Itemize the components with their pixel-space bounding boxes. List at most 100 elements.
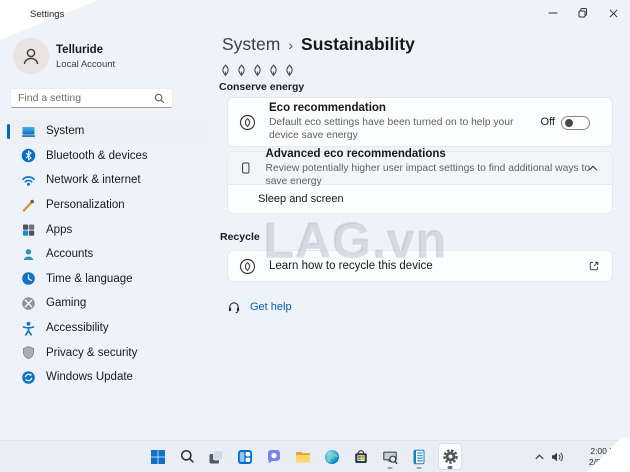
search-icon xyxy=(154,93,165,103)
sidebar-item-label: Windows Update xyxy=(46,371,133,384)
search-input[interactable]: Find a setting xyxy=(10,88,173,108)
accounts-person-icon xyxy=(21,247,36,262)
chevron-up-icon xyxy=(534,454,544,460)
advanced-eco-title: Advanced eco recommendations xyxy=(265,147,446,160)
sidebar-item-label: Bluetooth & devices xyxy=(46,149,148,162)
sleep-and-screen-label: Sleep and screen xyxy=(258,193,344,205)
close-icon xyxy=(608,8,618,18)
settings-window: Settings Telluride Local Account Find a … xyxy=(0,0,630,472)
recycle-link-label: Learn how to recycle this device xyxy=(269,260,433,272)
taskbar: 2:00 PM 2/5/2023 xyxy=(0,440,630,472)
eco-leaf-circle-icon xyxy=(239,258,256,274)
edge-button[interactable] xyxy=(322,443,342,470)
recycle-card[interactable]: Learn how to recycle this device xyxy=(227,250,613,282)
eco-leaf-circle-icon xyxy=(239,114,256,130)
sidebar-item-label: Apps xyxy=(46,223,73,236)
sidebar-item-windows-update[interactable]: Windows Update xyxy=(7,365,208,390)
search-icon xyxy=(180,449,194,463)
sidebar-item-label: Gaming xyxy=(46,297,87,310)
sidebar-item-network-internet[interactable]: Network & internet xyxy=(7,168,208,193)
leaf-icon xyxy=(222,64,229,77)
toggle-state-label: Off xyxy=(540,116,555,128)
gear-icon xyxy=(442,449,458,464)
breadcrumb: System › Sustainability xyxy=(222,34,415,55)
sleep-and-screen-row[interactable]: Sleep and screen xyxy=(228,185,612,213)
minimize-icon xyxy=(548,12,558,14)
windows-logo-icon xyxy=(151,449,165,464)
eco-toggle[interactable] xyxy=(561,116,590,130)
leaf-icon xyxy=(254,64,261,77)
paintbrush-icon xyxy=(21,198,36,213)
get-help-link[interactable]: Get help xyxy=(227,300,292,314)
sidebar-item-label: Privacy & security xyxy=(46,346,138,359)
sidebar-item-personalization[interactable]: Personalization xyxy=(7,193,208,218)
sidebar-item-label: Network & internet xyxy=(46,174,141,187)
sidebar-item-gaming[interactable]: Gaming xyxy=(7,291,208,316)
file-explorer-button[interactable] xyxy=(293,443,313,470)
sidebar-item-accessibility[interactable]: Accessibility xyxy=(7,316,208,341)
page-title: Sustainability xyxy=(301,34,415,54)
conserve-energy-label: Conserve energy xyxy=(219,81,305,93)
widgets-icon xyxy=(238,449,252,464)
clock-globe-icon xyxy=(21,271,36,286)
taskbar-search-button[interactable] xyxy=(177,443,197,470)
screen-capture-icon xyxy=(383,451,398,464)
breadcrumb-separator: › xyxy=(288,37,294,53)
window-title: Settings xyxy=(30,9,65,20)
person-icon xyxy=(23,48,39,65)
breadcrumb-system[interactable]: System xyxy=(222,34,280,55)
restore-icon xyxy=(578,8,587,18)
headset-help-icon xyxy=(228,302,240,314)
sidebar-item-label: Accessibility xyxy=(46,322,109,335)
sidebar-item-bluetooth-devices[interactable]: Bluetooth & devices xyxy=(7,144,208,169)
chevron-up-icon[interactable] xyxy=(587,163,599,173)
sidebar-item-time-language[interactable]: Time & language xyxy=(7,267,208,292)
device-icon xyxy=(242,162,250,174)
recycle-section-label: Recycle xyxy=(220,231,260,243)
corner-artifact-top-left xyxy=(0,0,98,40)
advanced-eco-card: Advanced eco recommendations Review pote… xyxy=(227,148,613,214)
notes-app-button[interactable] xyxy=(409,443,429,470)
toggle-knob xyxy=(564,119,573,127)
advanced-eco-description: Review potentially higher user impact se… xyxy=(265,162,591,187)
sidebar-item-accounts[interactable]: Accounts xyxy=(7,242,208,267)
sidebar-item-privacy-security[interactable]: Privacy & security xyxy=(7,340,208,365)
sidebar-nav: System Bluetooth & devices Network & int… xyxy=(0,119,220,390)
chat-icon xyxy=(267,449,280,464)
screen-capture-app-button[interactable] xyxy=(380,443,400,470)
minimize-button[interactable] xyxy=(538,0,568,26)
start-button[interactable] xyxy=(148,443,168,470)
get-help-label: Get help xyxy=(250,301,292,313)
folder-icon xyxy=(296,451,310,462)
notes-icon xyxy=(413,449,425,464)
restore-button[interactable] xyxy=(568,0,598,26)
apps-grid-icon xyxy=(21,222,36,237)
update-icon xyxy=(21,370,36,385)
volume-button[interactable] xyxy=(548,444,566,470)
external-link-icon xyxy=(589,261,599,271)
sidebar-item-label: Personalization xyxy=(46,199,125,212)
widgets-button[interactable] xyxy=(235,443,255,470)
avatar[interactable] xyxy=(13,38,49,74)
close-button[interactable] xyxy=(598,0,628,26)
tray-chevron-button[interactable] xyxy=(530,444,548,470)
shield-icon xyxy=(21,345,36,360)
sidebar-item-apps[interactable]: Apps xyxy=(7,217,208,242)
task-view-button[interactable] xyxy=(206,443,226,470)
advanced-eco-header[interactable]: Advanced eco recommendations Review pote… xyxy=(228,148,612,187)
sidebar-item-label: Time & language xyxy=(46,272,133,285)
eco-recommendation-card: Eco recommendation Default eco settings … xyxy=(227,97,613,147)
window-controls xyxy=(538,0,628,26)
settings-app-button[interactable] xyxy=(438,443,462,470)
account-type: Local Account xyxy=(56,59,116,70)
chat-button[interactable] xyxy=(264,443,284,470)
accessibility-person-icon xyxy=(21,321,36,336)
bluetooth-icon xyxy=(21,148,36,163)
sidebar-item-label: System xyxy=(46,125,85,138)
sidebar-item-system[interactable]: System xyxy=(7,119,208,144)
leaf-icon xyxy=(238,64,245,77)
store-button[interactable] xyxy=(351,443,371,470)
system-icon xyxy=(21,124,36,139)
task-view-icon xyxy=(209,449,224,463)
sidebar-item-label: Accounts xyxy=(46,248,94,261)
